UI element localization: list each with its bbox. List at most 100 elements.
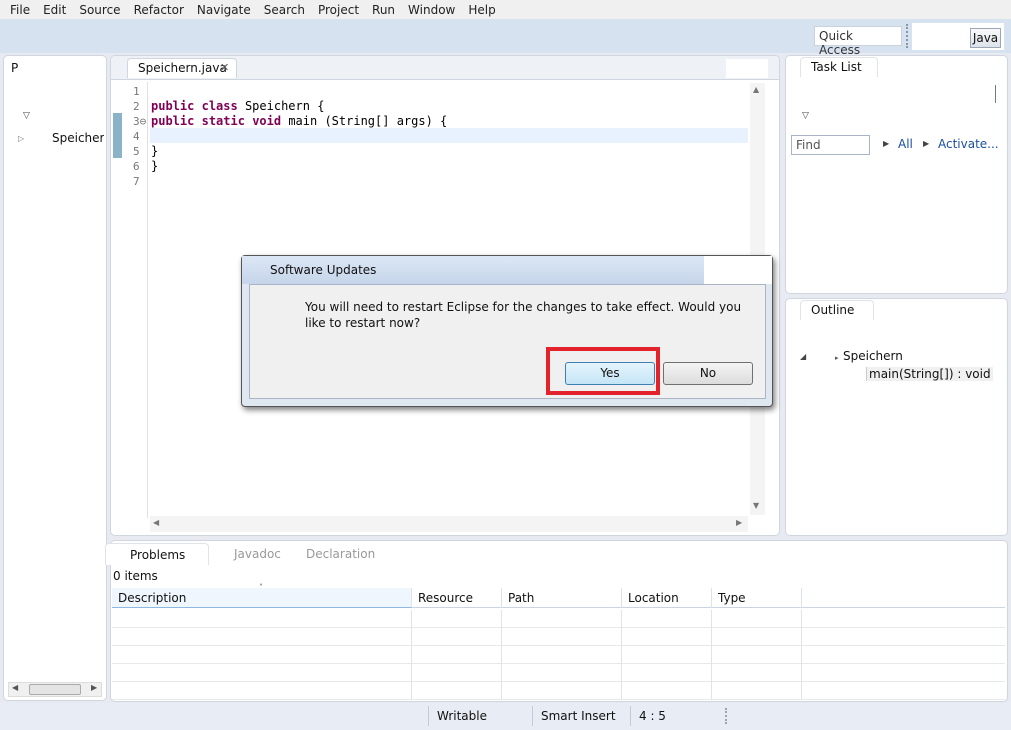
menu-bar: File Edit Source Refactor Navigate Search Proj… [0,0,1011,19]
table-row [112,664,1005,682]
view-menu-icon[interactable]: ▽ [802,111,809,121]
outline-panel [785,298,1008,536]
scroll-down-icon[interactable]: ▼ [753,501,759,510]
table-cell [112,610,412,628]
view-menu-icon[interactable]: ▽ [23,111,30,121]
table-cell [712,628,802,646]
tab-javadoc[interactable]: Javadoc [234,543,291,565]
status-grip [725,708,727,724]
toolbar-grip[interactable] [906,24,909,48]
line-number: 2 [133,100,140,113]
current-line-highlight [150,128,748,143]
scroll-up-icon[interactable]: ▲ [753,85,759,94]
tab-problems[interactable]: Problems [105,543,209,565]
table-cell [622,682,712,700]
task-list-divider [995,85,996,103]
code-line[interactable]: public static void main (String[] args) … [151,114,447,128]
java-perspective-button[interactable]: Java [970,28,1001,48]
collapse-arrow-icon[interactable]: ◢ [800,352,806,361]
outline-class-item[interactable]: Speichern [843,349,903,363]
package-explorer-item[interactable]: Speicher t [52,131,104,145]
table-cell [502,628,622,646]
package-explorer-hscroll[interactable]: ◀ ▶ [8,682,102,697]
tab-outline[interactable]: Outline [800,300,874,320]
line-number: 6 [133,160,140,173]
table-cell [712,646,802,664]
problems-count: 0 items [113,569,158,583]
scroll-left-icon[interactable]: ◀ [12,683,18,692]
task-list-panel [785,55,1008,294]
expand-arrow-icon[interactable]: ▷ [18,134,24,143]
scroll-right-icon[interactable]: ▶ [736,518,742,527]
class-icon: ▸ [835,354,839,362]
task-find-input[interactable]: Find [791,135,870,155]
editor-tab-blank [726,59,768,78]
scroll-left-icon[interactable]: ◀ [153,518,159,527]
tab-declaration[interactable]: Declaration [306,543,385,565]
menu-help[interactable]: Help [468,3,495,17]
menu-source[interactable]: Source [79,3,120,17]
table-cell [712,682,802,700]
table-cell [622,628,712,646]
editor-tab-speichern[interactable]: Speichern.java ✕ [127,58,237,78]
package-explorer-tab[interactable]: P [11,61,18,75]
table-cell [622,610,712,628]
column-type[interactable]: Type [712,588,802,608]
table-cell [502,610,622,628]
all-arrow-icon: ▶ [883,139,890,148]
table-cell [112,682,412,700]
table-cell [112,628,412,646]
column-resource[interactable]: Resource [412,588,502,608]
menu-window[interactable]: Window [408,3,455,17]
scroll-thumb[interactable] [29,684,81,695]
table-cell [622,664,712,682]
table-row [112,610,1005,628]
activate-arrow-icon: ▶ [923,139,930,148]
status-insert-mode: Smart Insert [532,706,630,726]
tab-task-list[interactable]: Task List [800,57,878,77]
no-button[interactable]: No [663,362,753,385]
problems-table-header: Description Resource Path Location Type [112,588,1005,608]
quick-diff-marker [113,113,122,158]
table-row [112,682,1005,700]
sort-ascending-icon: ˄ [259,583,263,592]
table-cell [412,682,502,700]
dialog-message: You will need to restart Eclipse for the… [305,300,742,330]
column-location[interactable]: Location [622,588,712,608]
dialog-title-blank [704,256,772,284]
column-path[interactable]: Path [502,588,622,608]
table-cell [502,664,622,682]
close-icon[interactable]: ✕ [220,61,229,74]
table-cell [412,646,502,664]
menu-refactor[interactable]: Refactor [134,3,184,17]
activate-link[interactable]: Activate... [938,137,999,151]
status-cursor-position: 4 : 5 [630,706,710,726]
table-row [112,646,1005,664]
code-line[interactable]: public class Speichern { [151,99,324,113]
table-cell [112,646,412,664]
status-writable: Writable [428,706,532,726]
line-number: 1 [133,85,140,98]
code-line[interactable]: } [151,144,158,158]
editor-tab-label: Speichern.java [138,61,227,75]
code-line[interactable]: } [151,159,158,173]
menu-run[interactable]: Run [372,3,395,17]
all-link[interactable]: All [898,137,913,151]
table-cell [712,610,802,628]
dialog-title[interactable]: Software Updates [242,256,704,284]
outline-method-item[interactable]: main(String[]) : void [866,367,993,381]
menu-file[interactable]: File [10,3,30,17]
scroll-right-icon[interactable]: ▶ [91,683,97,692]
menu-search[interactable]: Search [264,3,305,17]
menu-navigate[interactable]: Navigate [197,3,251,17]
line-number: 4 [133,130,140,143]
table-cell [412,610,502,628]
table-cell [502,682,622,700]
quick-access-input[interactable]: Quick Access [814,26,902,57]
menu-project[interactable]: Project [318,3,359,17]
line-number: 5 [133,145,140,158]
line-number: 3⊖ [133,115,147,128]
editor-hscroll[interactable]: ◀ ▶ [150,516,748,532]
table-cell [622,646,712,664]
menu-edit[interactable]: Edit [43,3,66,17]
